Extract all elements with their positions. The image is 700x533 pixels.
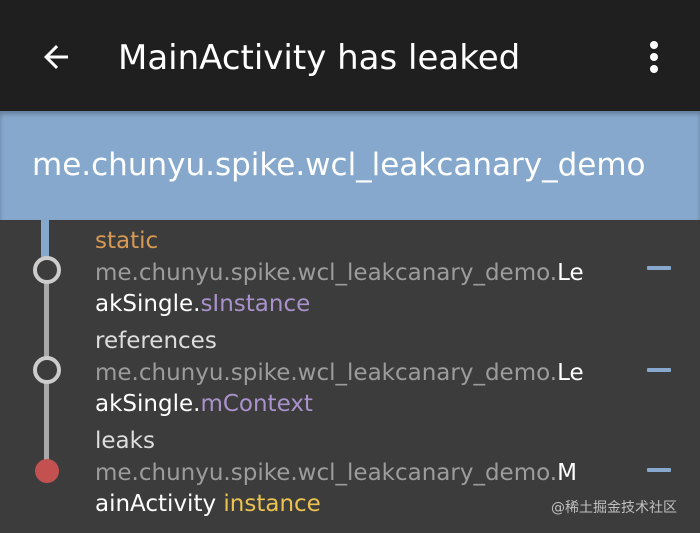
trace-row-1-type: static (95, 228, 159, 254)
gc-root-header: me.chunyu.spike.wcl_leakcanary_demo (0, 111, 700, 220)
trace-node-icon (33, 256, 61, 284)
trace-row-1-line-2: akSingle.sInstance (95, 291, 311, 317)
page-title: MainActivity has leaked (118, 38, 521, 78)
back-button[interactable] (32, 33, 80, 81)
trace-row-2-line-2: akSingle.mContext (95, 391, 313, 417)
leak-node-icon (35, 459, 59, 483)
overflow-menu-button[interactable] (632, 33, 676, 81)
trace-node-icon (33, 356, 61, 384)
trace-row-3-type: leaks (95, 428, 155, 454)
trace-row-2-type: references (95, 328, 217, 354)
toolbar: MainActivity has leaked (0, 0, 700, 111)
leak-trace-list: static me.chunyu.spike.wcl_leakcanary_de… (0, 220, 700, 533)
trace-rail-connector (41, 220, 49, 260)
trace-row-2-collapse-toggle[interactable] (647, 368, 671, 372)
watermark: @稀土掘金技术社区 (551, 500, 677, 516)
trace-row-3-collapse-toggle[interactable] (647, 468, 671, 472)
trace-row-3-line-1: me.chunyu.spike.wcl_leakcanary_demo.M (95, 460, 577, 486)
trace-row-3-line-2: ainActivity instance (95, 491, 321, 517)
leak-detail-screen: MainActivity has leaked me.chunyu.spike.… (0, 0, 700, 533)
arrow-back-icon (44, 45, 68, 69)
trace-row-2-line-1: me.chunyu.spike.wcl_leakcanary_demo.Le (95, 360, 584, 386)
root-package-label: me.chunyu.spike.wcl_leakcanary_demo (32, 147, 646, 183)
more-vert-icon (650, 41, 658, 73)
trace-row-1-line-1: me.chunyu.spike.wcl_leakcanary_demo.Le (95, 260, 584, 286)
trace-row-1-collapse-toggle[interactable] (647, 266, 671, 270)
